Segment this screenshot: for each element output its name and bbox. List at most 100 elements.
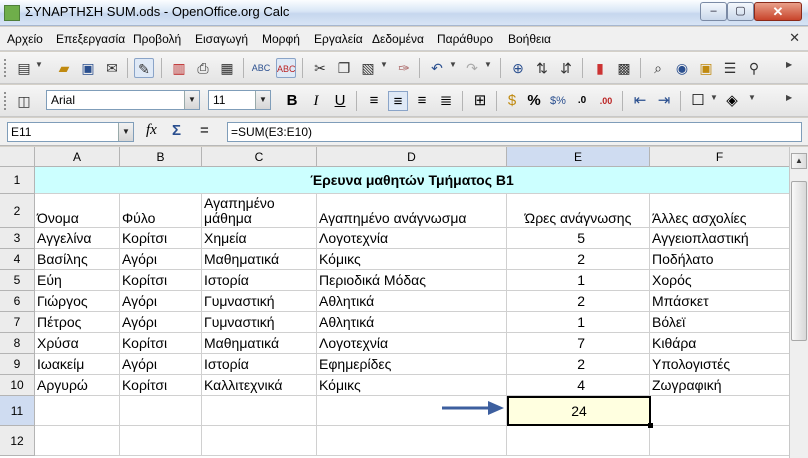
gallery-icon[interactable]: ▣ [696, 58, 716, 78]
close-document-icon[interactable]: ✕ [789, 30, 800, 46]
menu-file[interactable]: Αρχείο [7, 32, 43, 46]
reading-hours-cell[interactable]: 1 [507, 270, 650, 291]
sort-ascending-icon[interactable]: ⇅ [532, 58, 552, 78]
grid-cell[interactable] [650, 396, 790, 426]
chevron-down-icon[interactable]: ▼ [748, 93, 756, 102]
formula-input[interactable]: =SUM(E3:E10) [227, 122, 802, 142]
grid-cell[interactable] [120, 396, 202, 426]
data-cell[interactable]: Εύη [35, 270, 120, 291]
data-cell[interactable]: Αθλητικά [317, 312, 507, 333]
reading-hours-cell[interactable]: 4 [507, 375, 650, 396]
menu-view[interactable]: Προβολή [133, 32, 181, 46]
font-name-select[interactable]: Arial ▼ [46, 90, 200, 110]
underline-button[interactable]: U [330, 91, 350, 111]
chevron-down-icon[interactable]: ▼ [184, 91, 199, 109]
column-header-c[interactable]: C [202, 147, 317, 167]
justify-icon[interactable]: ≣ [436, 91, 456, 111]
redo-icon[interactable]: ↷ [462, 58, 482, 78]
row-header-3[interactable]: 3 [0, 228, 35, 249]
menu-help[interactable]: Βοήθεια [508, 32, 551, 46]
chevron-down-icon[interactable]: ▼ [484, 60, 492, 69]
row-header-6[interactable]: 6 [0, 291, 35, 312]
row-header-10[interactable]: 10 [0, 375, 35, 396]
column-heading-cell[interactable]: Φύλο [120, 194, 202, 228]
data-cell[interactable]: Χρύσα [35, 333, 120, 354]
toolbar-grip[interactable] [3, 91, 7, 111]
data-cell[interactable]: Λογοτεχνία [317, 228, 507, 249]
open-folder-icon[interactable]: ▰ [54, 58, 74, 78]
find-replace-icon[interactable]: ⌕ [648, 58, 668, 78]
row-header-9[interactable]: 9 [0, 354, 35, 375]
data-cell[interactable]: Υπολογιστές [650, 354, 790, 375]
currency-format-icon[interactable]: $ [502, 91, 522, 111]
data-cell[interactable]: Κιθάρα [650, 333, 790, 354]
page-preview-icon[interactable]: ▦ [217, 58, 237, 78]
sort-descending-icon[interactable]: ⇵ [556, 58, 576, 78]
data-sources-icon[interactable]: ☰ [720, 58, 740, 78]
grid-cell[interactable] [35, 426, 120, 456]
export-pdf-icon[interactable]: ▥ [169, 58, 189, 78]
menu-edit[interactable]: Επεξεργασία [56, 32, 125, 46]
chevron-down-icon[interactable]: ▼ [710, 93, 718, 102]
menu-window[interactable]: Παράθυρο [437, 32, 493, 46]
data-cell[interactable]: Αγόρι [120, 291, 202, 312]
data-cell[interactable]: Κορίτσι [120, 333, 202, 354]
column-header-f[interactable]: F [650, 147, 790, 167]
print-icon[interactable]: ⎙ [193, 58, 213, 78]
column-heading-cell[interactable]: Αγαπημένο ανάγνωσμα [317, 194, 507, 228]
data-cell[interactable]: Λογοτεχνία [317, 333, 507, 354]
background-color-icon[interactable]: ◈ [722, 91, 742, 111]
font-size-select[interactable]: 11 ▼ [208, 90, 271, 110]
data-cell[interactable]: Αγόρι [120, 354, 202, 375]
data-cell[interactable]: Περιοδικά Μόδας [317, 270, 507, 291]
row-header-5[interactable]: 5 [0, 270, 35, 291]
data-cell[interactable]: Γιώργος [35, 291, 120, 312]
scroll-up-icon[interactable]: ▲ [791, 153, 807, 169]
toolbar-overflow-icon[interactable]: ▶ [786, 93, 792, 102]
data-cell[interactable]: Εφημερίδες [317, 354, 507, 375]
minimize-button[interactable]: ‒ [700, 2, 727, 21]
data-cell[interactable]: Κόμικς [317, 249, 507, 270]
data-cell[interactable]: Βόλεϊ [650, 312, 790, 333]
data-cell[interactable]: Βασίλης [35, 249, 120, 270]
format-paintbrush-icon[interactable]: ✑ [394, 58, 414, 78]
row-header-4[interactable]: 4 [0, 249, 35, 270]
row-header-8[interactable]: 8 [0, 333, 35, 354]
spreadsheet-grid[interactable]: A B C D E F 1 2 3 4 5 6 7 8 9 10 11 12 Έρευνα μαθητών Τμήμ… [0, 147, 808, 458]
data-cell[interactable]: Αγγελίνα [35, 228, 120, 249]
menu-insert[interactable]: Εισαγωγή [195, 32, 248, 46]
sheet-title[interactable]: Έρευνα μαθητών Τμήματος Β1 [35, 167, 790, 194]
data-cell[interactable]: Γυμναστική [202, 291, 317, 312]
data-cell[interactable]: Ιστορία [202, 354, 317, 375]
remove-decimal-button[interactable]: .00 [596, 91, 616, 111]
name-box[interactable]: E11 ▼ [7, 122, 134, 142]
save-icon[interactable]: ▣ [78, 58, 98, 78]
chart-icon[interactable]: ▮ [590, 58, 610, 78]
data-cell[interactable]: Αργυρώ [35, 375, 120, 396]
italic-button[interactable]: I [306, 91, 326, 111]
navigator-icon[interactable]: ◉ [672, 58, 692, 78]
function-wizard-button[interactable]: fx [146, 122, 157, 139]
column-heading-cell[interactable]: Άλλες ασχολίες [650, 194, 790, 228]
reading-hours-cell[interactable]: 5 [507, 228, 650, 249]
reading-hours-cell[interactable]: 7 [507, 333, 650, 354]
column-header-b[interactable]: B [120, 147, 202, 167]
data-cell[interactable]: Αγόρι [120, 312, 202, 333]
data-cell[interactable]: Μαθηματικά [202, 249, 317, 270]
bold-button[interactable]: B [282, 91, 302, 111]
scroll-thumb[interactable] [791, 181, 807, 341]
pivot-table-icon[interactable]: ▩ [614, 58, 634, 78]
toolbar-grip[interactable] [3, 58, 7, 78]
column-header-a[interactable]: A [35, 147, 120, 167]
row-header-11[interactable]: 11 [0, 396, 35, 426]
data-cell[interactable]: Ζωγραφική [650, 375, 790, 396]
zoom-icon[interactable]: ⚲ [744, 58, 764, 78]
add-decimal-button[interactable]: .0 [572, 91, 592, 111]
maximize-button[interactable]: ▢ [727, 2, 754, 21]
data-cell[interactable]: Ιστορία [202, 270, 317, 291]
chevron-down-icon[interactable]: ▼ [35, 60, 43, 69]
column-heading-cell[interactable]: Όνομα [35, 194, 120, 228]
align-right-icon[interactable]: ≡ [412, 91, 432, 111]
select-all-corner[interactable] [0, 147, 35, 167]
data-cell[interactable]: Καλλιτεχνικά [202, 375, 317, 396]
